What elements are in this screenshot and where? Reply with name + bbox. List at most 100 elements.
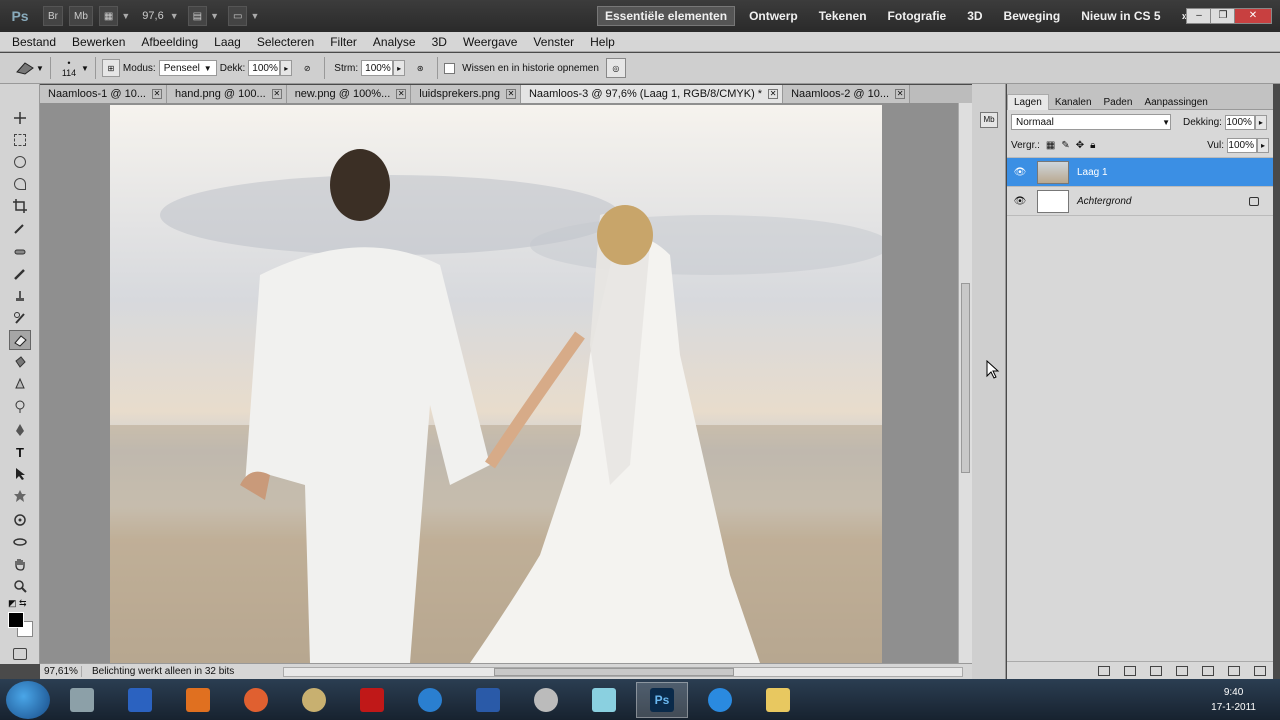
menu-filter[interactable]: Filter [322, 35, 365, 49]
eyedropper-tool-icon[interactable] [9, 218, 31, 238]
blend-mode-select[interactable]: Normaal ▼ [1011, 114, 1171, 130]
menu-view[interactable]: Weergave [455, 35, 525, 49]
lock-position-icon[interactable]: ✥ [1076, 140, 1084, 151]
menu-layer[interactable]: Laag [206, 35, 249, 49]
workspace-new-in-cs5[interactable]: Nieuw in CS 5 [1074, 7, 1167, 25]
close-tab-icon[interactable]: ✕ [768, 89, 779, 99]
menu-select[interactable]: Selecteren [249, 35, 322, 49]
minimize-button[interactable]: – [1186, 8, 1212, 24]
fill-input[interactable]: 100% [1227, 138, 1257, 153]
airbrush-icon[interactable]: ⊛ [409, 58, 431, 78]
default-colors-icon[interactable]: ◩ ⇆ [8, 598, 27, 609]
workspace-essentials[interactable]: Essentiële elementen [597, 6, 736, 26]
paint-bucket-tool-icon[interactable] [9, 352, 31, 372]
document-tab[interactable]: Naamloos-1 @ 10... ✕ [40, 85, 167, 103]
chevron-down-icon[interactable]: ▼ [250, 11, 259, 21]
chevron-down-icon[interactable]: ▼ [170, 11, 179, 21]
type-tool-icon[interactable]: T [9, 442, 31, 462]
layer-style-icon[interactable] [1124, 665, 1136, 676]
move-tool-icon[interactable] [9, 108, 31, 128]
delete-layer-icon[interactable] [1254, 665, 1266, 676]
menu-file[interactable]: Bestand [0, 35, 64, 49]
visibility-eye-icon[interactable]: 👁︎ [1011, 167, 1029, 178]
vertical-scrollbar[interactable] [958, 103, 972, 663]
menu-analysis[interactable]: Analyse [365, 35, 424, 49]
lock-pixels-icon[interactable]: ✎ [1061, 140, 1069, 151]
status-zoom[interactable]: 97,61% [40, 666, 82, 677]
brush-tool-icon[interactable] [9, 264, 31, 284]
tablet-pressure-size-icon[interactable]: ◎ [605, 58, 626, 78]
erase-to-history-checkbox[interactable] [444, 62, 456, 74]
quick-selection-tool-icon[interactable] [9, 174, 31, 194]
custom-shape-tool-icon[interactable] [9, 486, 31, 506]
eraser-tool-icon[interactable] [9, 330, 31, 350]
tab-channels[interactable]: Kanalen [1049, 94, 1098, 110]
close-tab-icon[interactable]: ✕ [505, 89, 516, 99]
lock-all-icon[interactable]: 🔒︎ [1090, 140, 1095, 151]
zoom-tool-icon[interactable] [9, 576, 31, 596]
canvas-image[interactable] [110, 105, 882, 663]
link-layers-icon[interactable] [1098, 665, 1110, 676]
tablet-pressure-opacity-icon[interactable]: ⊘ [296, 58, 318, 78]
clone-stamp-tool-icon[interactable] [9, 286, 31, 306]
view-extras-button[interactable]: ▦ [98, 6, 119, 26]
taskbar-app-search[interactable] [520, 682, 572, 718]
screen-mode-button[interactable]: ▭ [228, 6, 248, 26]
close-button[interactable]: ✕ [1234, 8, 1272, 24]
scrollbar-thumb[interactable] [494, 668, 734, 676]
horizontal-scrollbar[interactable] [283, 667, 963, 677]
arrange-documents-button[interactable]: ▤ [187, 6, 208, 26]
opacity-input[interactable]: 100% [248, 60, 281, 76]
opacity-slider-toggle[interactable]: ▸ [280, 60, 293, 76]
lock-transparency-icon[interactable]: ▦ [1046, 140, 1055, 151]
visibility-eye-icon[interactable]: 👁︎ [1011, 196, 1029, 207]
taskbar-app-3d[interactable] [578, 682, 630, 718]
crop-tool-icon[interactable] [9, 196, 31, 216]
menu-help[interactable]: Help [582, 35, 623, 49]
taskbar-app-ie[interactable] [694, 682, 746, 718]
lasso-tool-icon[interactable] [9, 152, 31, 172]
foreground-color-swatch[interactable] [8, 612, 24, 628]
blur-tool-icon[interactable] [9, 374, 31, 394]
document-tab[interactable]: new.png @ 100%... ✕ [286, 85, 412, 103]
tab-paths[interactable]: Paden [1098, 94, 1139, 110]
taskbar-app-phone[interactable] [114, 682, 166, 718]
close-tab-icon[interactable]: ✕ [271, 89, 282, 99]
pen-tool-icon[interactable] [9, 420, 31, 440]
brush-panel-toggle-icon[interactable]: ⊞ [101, 59, 120, 77]
zoom-level[interactable]: 97,6 [136, 10, 169, 22]
mini-bridge-button[interactable]: Mb [69, 6, 93, 26]
marquee-tool-icon[interactable] [9, 130, 31, 150]
layer-mask-icon[interactable] [1150, 665, 1162, 676]
taskbar-app-globe[interactable] [404, 682, 456, 718]
layer-row[interactable]: 👁︎ Achtergrond [1007, 187, 1273, 216]
menu-window[interactable]: Venster [525, 35, 582, 49]
document-tab[interactable]: Naamloos-2 @ 10... ✕ [783, 85, 911, 103]
menu-3d[interactable]: 3D [424, 35, 455, 49]
chevron-down-icon[interactable]: ▼ [210, 11, 219, 21]
adjustment-layer-icon[interactable] [1176, 665, 1188, 676]
brush-size-picker[interactable]: • 114 [57, 58, 81, 78]
taskbar-app-filezilla[interactable] [346, 682, 398, 718]
chevron-down-icon[interactable]: ▼ [81, 64, 89, 73]
taskbar-app-photoshop[interactable]: Ps [636, 681, 688, 718]
3d-rotate-tool-icon[interactable] [9, 510, 31, 530]
new-layer-icon[interactable] [1228, 665, 1240, 676]
document-tab-active[interactable]: Naamloos-3 @ 97,6% (Laag 1, RGB/8/CMYK) … [520, 85, 784, 103]
flow-slider-toggle[interactable]: ▸ [393, 60, 406, 76]
document-tab[interactable]: luidsprekers.png ✕ [411, 85, 521, 103]
bridge-button[interactable]: Br [43, 6, 63, 26]
workspace-3d[interactable]: 3D [960, 7, 989, 25]
tab-layers[interactable]: Lagen [1007, 94, 1049, 110]
scrollbar-thumb[interactable] [961, 283, 970, 473]
new-group-icon[interactable] [1202, 665, 1214, 676]
system-clock[interactable]: 9:40 17-1-2011 [1211, 685, 1256, 715]
healing-brush-tool-icon[interactable] [9, 242, 31, 262]
layer-row-selected[interactable]: 👁︎ Laag 1 [1007, 158, 1273, 187]
quick-mask-icon[interactable] [9, 644, 31, 664]
close-tab-icon[interactable]: ✕ [152, 89, 162, 99]
start-button[interactable] [6, 680, 50, 719]
taskbar-app-eye[interactable] [56, 682, 108, 718]
close-tab-icon[interactable]: ✕ [396, 89, 407, 99]
history-brush-tool-icon[interactable] [9, 308, 31, 328]
